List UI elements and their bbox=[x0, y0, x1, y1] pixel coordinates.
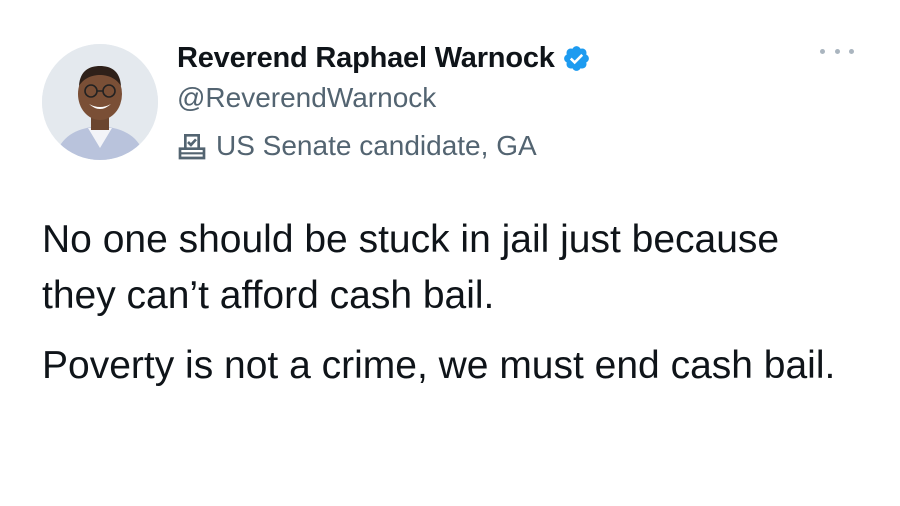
ballot-box-icon bbox=[178, 134, 206, 160]
more-dot bbox=[834, 48, 840, 54]
tweet-paragraph: Poverty is not a crime, we must end cash… bbox=[42, 344, 836, 387]
author-avatar[interactable] bbox=[42, 44, 158, 160]
tweet-card: Reverend Raphael Warnock @ReverendWarnoc… bbox=[0, 0, 900, 506]
more-dot bbox=[820, 48, 825, 54]
author-affiliation: US Senate candidate, GA bbox=[176, 130, 537, 162]
avatar-photo-icon bbox=[42, 44, 158, 160]
affiliation-label: US Senate candidate, GA bbox=[216, 130, 537, 161]
tweet-paragraph: No one should be stuck in jail just beca… bbox=[42, 218, 780, 317]
more-options-icon[interactable] bbox=[820, 44, 854, 58]
author-display-name[interactable]: Reverend Raphael Warnock bbox=[177, 42, 555, 75]
more-dot bbox=[849, 48, 854, 54]
verified-badge-icon bbox=[563, 45, 589, 71]
author-name-row: Reverend Raphael Warnock bbox=[177, 38, 591, 78]
tweet-body: No one should be stuck in jail just beca… bbox=[42, 212, 862, 394]
author-handle[interactable]: @ReverendWarnock bbox=[177, 82, 436, 114]
